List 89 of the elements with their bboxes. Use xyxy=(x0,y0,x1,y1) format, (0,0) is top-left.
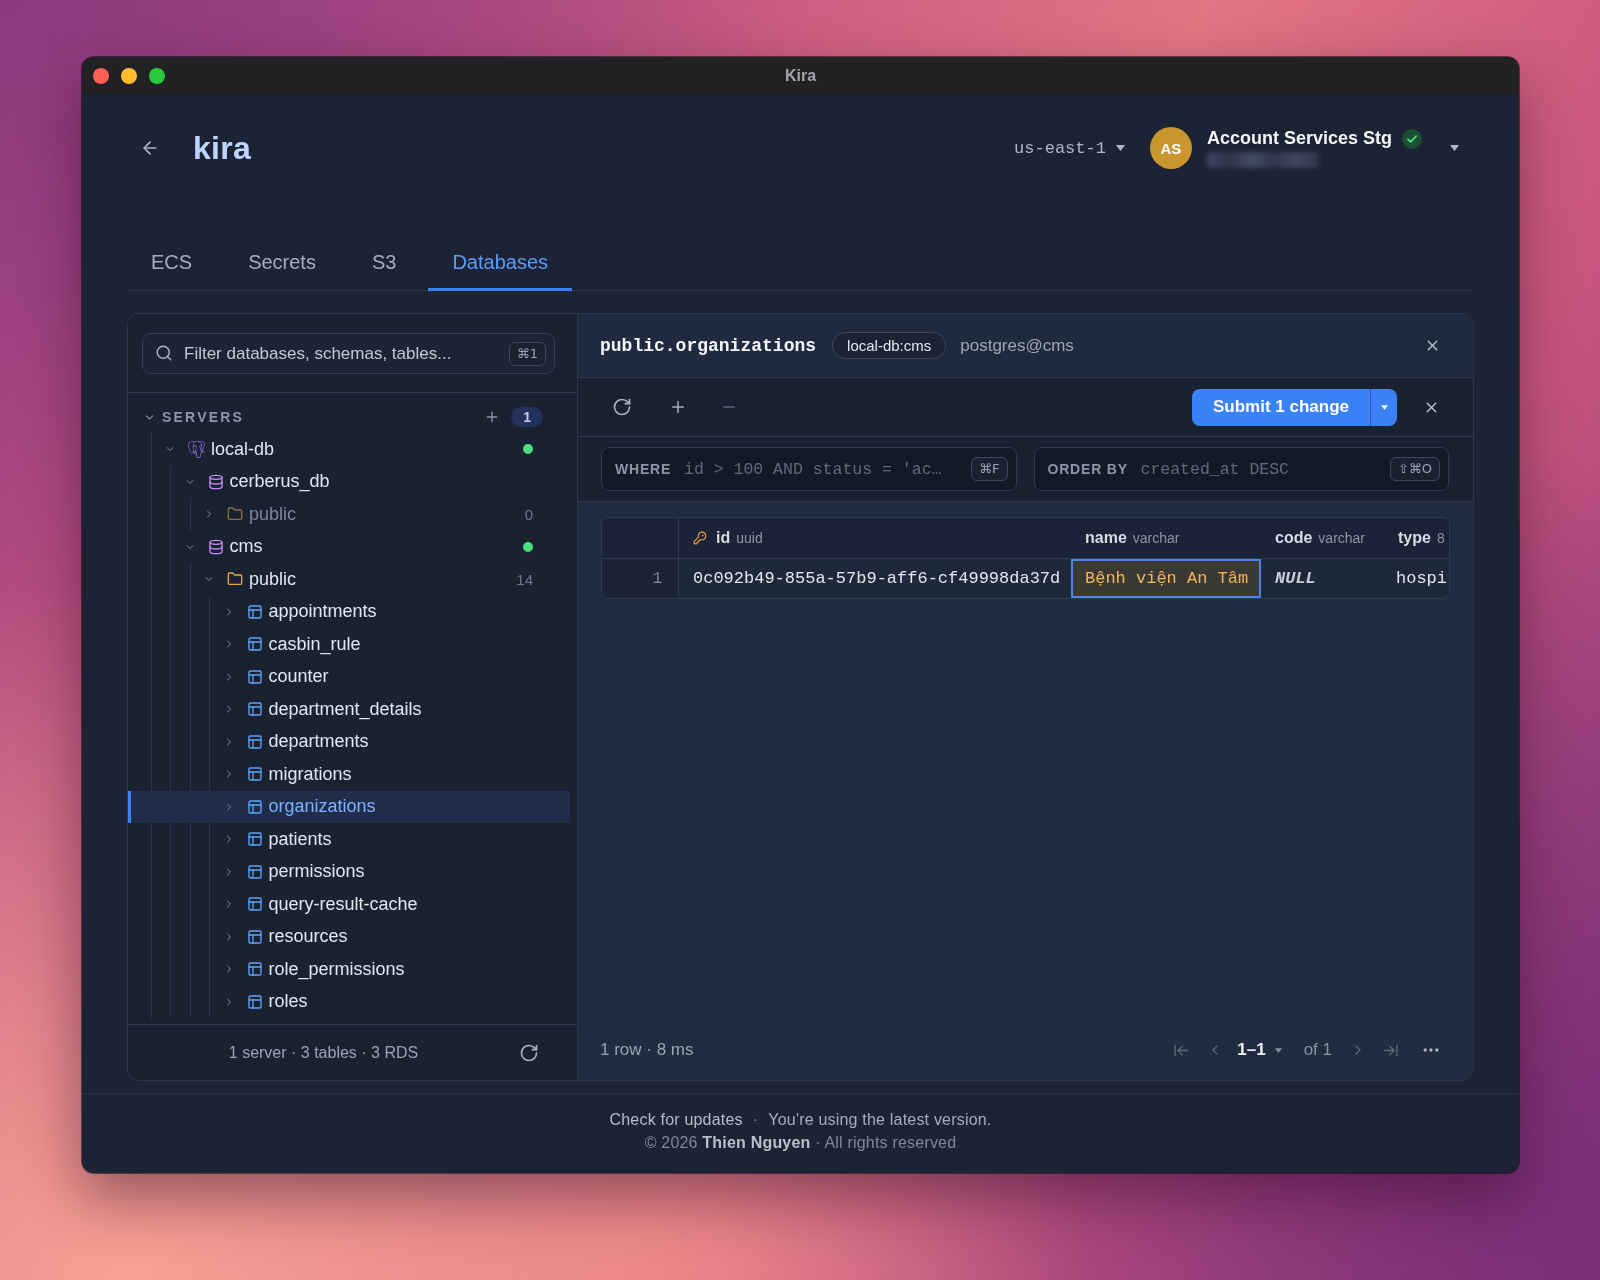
elephant-icon xyxy=(188,440,205,458)
tree-item[interactable]: query-result-cache xyxy=(128,888,570,921)
table-icon xyxy=(246,668,263,685)
table-cell[interactable]: hospi xyxy=(1388,559,1449,598)
table-icon xyxy=(246,701,263,718)
table-icon xyxy=(246,831,263,848)
filter-label: WHERE xyxy=(615,461,672,477)
table-icon xyxy=(246,896,263,913)
connection-user: postgres@cms xyxy=(960,335,1074,356)
tab[interactable]: ECS xyxy=(127,240,217,291)
refresh-icon[interactable] xyxy=(612,397,632,417)
tree-item[interactable]: migrations xyxy=(128,758,570,791)
caret-icon xyxy=(1380,404,1388,410)
table-icon xyxy=(246,766,263,783)
column-header[interactable]: id uuid xyxy=(679,518,1071,559)
minimize-window-icon[interactable] xyxy=(121,67,137,84)
section-label: SERVERS xyxy=(162,409,245,425)
tree-item[interactable]: casbin_rule xyxy=(128,628,570,661)
row-number: 1 xyxy=(602,559,679,598)
caret-icon xyxy=(1115,145,1125,151)
caret-icon xyxy=(1274,1047,1282,1053)
table-icon xyxy=(246,636,263,653)
zoom-window-icon[interactable] xyxy=(149,67,165,84)
submit-button[interactable]: Submit 1 change xyxy=(1191,388,1370,426)
table-icon xyxy=(246,863,263,880)
folder-icon xyxy=(227,506,243,523)
refresh-icon[interactable] xyxy=(519,1042,539,1063)
shortcut-key: ⌘F xyxy=(971,457,1008,481)
tree-item[interactable]: organizations xyxy=(128,790,570,823)
tree-item[interactable]: cerberus_db xyxy=(128,465,570,498)
database-icon xyxy=(207,473,224,490)
region-selector[interactable]: us-east-1 xyxy=(1014,138,1125,158)
column-type: varchar xyxy=(1318,530,1366,546)
filter-label: ORDER BY xyxy=(1047,461,1128,477)
table-icon xyxy=(246,798,263,815)
tree-item[interactable]: roles xyxy=(128,985,570,1018)
table-cell[interactable]: 0c092b49-855a-57b9-aff6-cf49998da37d xyxy=(679,559,1071,598)
folder-icon xyxy=(227,571,243,588)
table-title: public.organizations xyxy=(600,335,817,356)
table-icon xyxy=(246,993,263,1010)
tree-item[interactable]: departments xyxy=(128,725,570,758)
table-icon xyxy=(246,961,263,978)
copyright-text: © 2026 Thien Nguyen · All rights reserved xyxy=(644,1134,957,1152)
submit-options-button[interactable] xyxy=(1370,388,1397,426)
table-cell[interactable]: Bệnh viện An Tâm xyxy=(1071,559,1261,598)
tree-item[interactable]: patients xyxy=(128,823,570,856)
column-type: varchar xyxy=(1132,530,1180,546)
column-type: 8 xyxy=(1436,530,1445,546)
page-range-select[interactable]: 1–1 xyxy=(1237,1040,1282,1060)
connection-tag: local-db:cms xyxy=(832,332,947,359)
query-status: 1 row · 8 ms xyxy=(600,1040,694,1060)
check-updates-link[interactable]: Check for updates xyxy=(609,1111,743,1129)
summary-text: 1 server · 3 tables · 3 RDS xyxy=(227,1043,420,1062)
server-count: 1 xyxy=(511,407,543,427)
close-window-icon[interactable] xyxy=(93,67,109,84)
tree-item[interactable]: cms xyxy=(128,530,570,563)
window-title: Kira xyxy=(784,66,817,85)
column-header[interactable]: code varchar xyxy=(1261,518,1388,559)
tree-item[interactable]: appointments xyxy=(128,595,570,628)
table-icon xyxy=(246,928,263,945)
column-header[interactable]: name varchar xyxy=(1071,518,1261,559)
tree-item[interactable]: counter xyxy=(128,660,570,693)
avatar: AS xyxy=(1149,127,1192,169)
separator-dot: · xyxy=(752,1111,759,1129)
tree-item[interactable]: role_permissions xyxy=(128,953,570,986)
account-menu-caret-icon[interactable] xyxy=(1450,145,1459,151)
table-icon xyxy=(246,603,263,620)
account-name: Account Services Stg xyxy=(1206,128,1392,149)
tree-item[interactable]: public 14 xyxy=(128,563,570,596)
item-count: 14 xyxy=(516,570,533,588)
table-cell[interactable]: NULL xyxy=(1261,559,1388,598)
shortcut-key: ⇧⌘O xyxy=(1389,457,1440,481)
plus-icon[interactable] xyxy=(669,398,687,416)
tab[interactable]: Databases xyxy=(428,240,573,291)
column-header[interactable]: type 8 xyxy=(1388,518,1449,559)
tab[interactable]: S3 xyxy=(347,240,421,291)
tree-item[interactable]: department_details xyxy=(128,693,570,726)
search-icon xyxy=(155,344,173,362)
update-status: You're using the latest version. xyxy=(768,1111,992,1129)
item-count: 0 xyxy=(524,505,533,523)
column-type: uuid xyxy=(736,530,763,546)
tree-item[interactable]: local-db xyxy=(128,433,570,466)
database-icon xyxy=(207,538,224,555)
table-icon xyxy=(246,733,263,750)
app-name: kira xyxy=(193,129,252,167)
tab[interactable]: Secrets xyxy=(224,240,340,291)
page-total: of 1 xyxy=(1303,1040,1332,1060)
tree-item[interactable]: resources xyxy=(128,920,570,953)
tree-item[interactable]: permissions xyxy=(128,855,570,888)
